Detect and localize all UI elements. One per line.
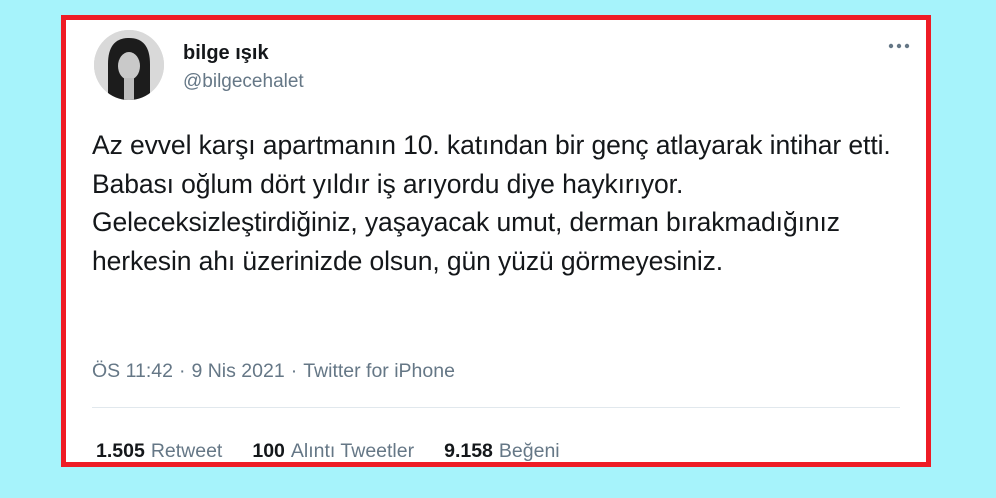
quotes-count: 100 [252, 440, 285, 462]
likes-label: Beğeni [498, 440, 560, 462]
author-handle[interactable]: @bilgecehalet [183, 71, 304, 93]
quotes-label: Alıntı Tweetler [290, 440, 415, 462]
avatar[interactable] [94, 30, 164, 100]
likes-stat[interactable]: 9.158 Beğeni [444, 440, 560, 463]
divider [92, 407, 900, 408]
meta-separator: · [178, 360, 186, 382]
tweet-source-link[interactable]: Twitter for iPhone [303, 360, 455, 382]
author-name[interactable]: bilge ışık [183, 42, 269, 65]
tweet-card: bilge ışık @bilgecehalet Az evvel karşı … [61, 15, 931, 467]
more-dots-icon[interactable] [884, 34, 914, 58]
quotes-stat[interactable]: 100 Alıntı Tweetler [252, 440, 414, 463]
retweets-label: Retweet [150, 440, 223, 462]
likes-count: 9.158 [444, 440, 493, 462]
tweet-date[interactable]: 9 Nis 2021 [191, 360, 284, 382]
tweet-text: Az evvel karşı apartmanın 10. katından b… [92, 130, 891, 276]
retweets-stat[interactable]: 1.505 Retweet [96, 440, 222, 463]
tweet-time[interactable]: ÖS 11:42 [92, 360, 173, 382]
tweet-stats: 1.505 Retweet 100 Alıntı Tweetler 9.158 Beğ… [96, 440, 590, 463]
retweets-count: 1.505 [96, 440, 145, 462]
tweet-meta: ÖS 11:42 · 9 Nis 2021 · Twitter for iPhone [92, 360, 455, 383]
meta-separator: · [290, 360, 298, 382]
